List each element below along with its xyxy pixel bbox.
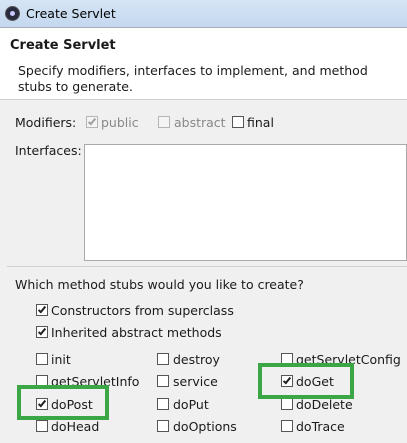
dooptions-checkbox[interactable] (157, 420, 169, 432)
dodelete-checkbox[interactable] (281, 398, 293, 410)
wizard-title: Create Servlet (10, 38, 116, 53)
final-checkbox[interactable] (232, 116, 244, 128)
inherited-label: Inherited abstract methods (51, 325, 222, 340)
checkmark-icon (87, 116, 97, 126)
destroy-checkbox[interactable] (157, 353, 169, 365)
service-checkbox[interactable] (157, 375, 169, 387)
abstract-checkbox[interactable] (158, 116, 170, 128)
abstract-label: abstract (174, 115, 226, 130)
dotrace-label: doTrace (296, 419, 345, 434)
checkmark-icon (37, 326, 47, 336)
destroy-label: destroy (173, 352, 220, 367)
interfaces-label: Interfaces: (15, 143, 82, 158)
wizard-description: Specify modifiers, interfaces to impleme… (18, 63, 368, 94)
final-label: final (247, 115, 274, 130)
doput-checkbox[interactable] (157, 398, 169, 410)
dotrace-checkbox[interactable] (281, 420, 293, 432)
dohead-label: doHead (51, 419, 100, 434)
doget-highlight-box (258, 363, 354, 399)
separator (7, 266, 407, 267)
modifiers-label: Modifiers: (15, 115, 77, 130)
init-checkbox[interactable] (36, 353, 48, 365)
public-checkbox[interactable] (86, 116, 98, 128)
doput-label: doPut (173, 397, 209, 412)
service-label: service (173, 374, 218, 389)
init-label: init (51, 352, 71, 367)
dooptions-label: doOptions (173, 419, 237, 434)
window-title: Create Servlet (26, 6, 116, 21)
dopost-highlight-box (17, 385, 109, 420)
stubs-question: Which method stubs would you like to cre… (15, 277, 304, 292)
public-label: public (101, 115, 139, 130)
constructors-checkbox[interactable] (36, 304, 48, 316)
checkmark-icon (37, 304, 47, 314)
interfaces-list[interactable] (84, 144, 407, 261)
constructors-label: Constructors from superclass (51, 303, 234, 318)
inherited-checkbox[interactable] (36, 326, 48, 338)
wizard-header: Create Servlet Specify modifiers, interf… (0, 28, 407, 100)
dohead-checkbox[interactable] (36, 420, 48, 432)
eclipse-app-icon (5, 6, 20, 21)
dodelete-label: doDelete (296, 397, 353, 412)
title-bar: Create Servlet (0, 0, 407, 28)
